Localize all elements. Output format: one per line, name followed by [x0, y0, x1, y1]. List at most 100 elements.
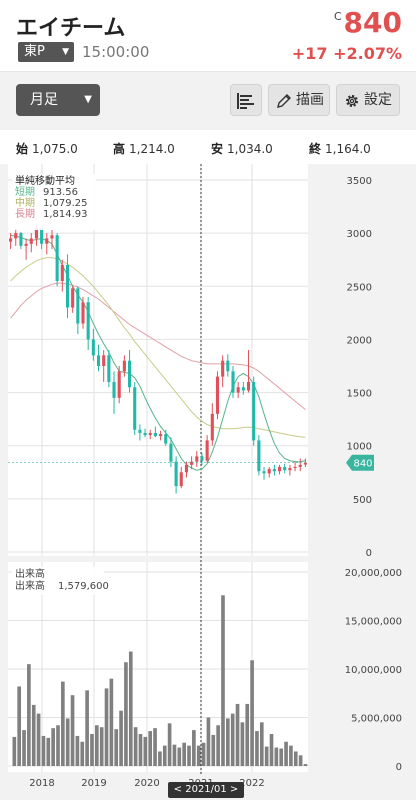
stock-header: エイチーム 東P ▼ 15:00:00 C 840 +17 +2.07% [0, 0, 416, 72]
volume-axis-tick: 0 [396, 762, 402, 773]
open-value: 始 1,075.0 [16, 140, 78, 157]
legend-mid: 中期 1,079.25 [15, 198, 93, 209]
candle-body [221, 360, 225, 377]
candle-body [148, 432, 152, 436]
volume-bar [274, 747, 279, 766]
period-navigator[interactable]: < 2021/01 > [168, 782, 244, 798]
volume-bar [133, 727, 138, 766]
candle-body [174, 461, 178, 487]
ohlc-bar: 始 1,075.0 高 1,214.0 安 1,034.0 終 1,164.0 [0, 130, 416, 164]
candle-body [117, 371, 121, 398]
candle-body [102, 355, 106, 366]
volume-bar [65, 718, 70, 766]
candle-body [184, 464, 188, 473]
volume-bar [216, 725, 220, 766]
volume-bar [255, 731, 259, 766]
candle-body [210, 413, 214, 441]
volume-bar [61, 681, 65, 766]
candle-body [112, 381, 116, 398]
volume-bar [41, 735, 46, 766]
chart-type-button[interactable] [230, 84, 262, 116]
legend-short: 短期 913.56 [15, 187, 93, 198]
volume-bar [109, 678, 114, 766]
candle-body [226, 360, 230, 372]
candle-body [298, 464, 302, 467]
price-chart[interactable]: 3500 3000 2500 2000 1500 1000 500 0 20,000,000 15… [0, 164, 416, 800]
volume-bar [162, 745, 167, 766]
candle-body [262, 471, 266, 474]
close-number: 1,164.0 [325, 142, 371, 156]
volume-bar [85, 690, 89, 766]
close-label: 終 [309, 142, 322, 156]
candle-body [138, 429, 142, 433]
candle-body [293, 466, 297, 469]
stock-name: エイチーム [16, 16, 126, 41]
candle-body [96, 355, 101, 366]
legend-short-label: 短期 [15, 187, 35, 198]
candle-body [24, 243, 28, 246]
volume-bar [201, 742, 206, 766]
volume-bar [124, 662, 128, 766]
volume-bar [90, 733, 94, 766]
legend-long-value: 1,814.93 [43, 209, 88, 220]
high-label: 高 [113, 142, 126, 156]
candle-body [272, 469, 276, 472]
low-value: 安 1,034.0 [211, 140, 273, 157]
low-label: 安 [211, 142, 224, 156]
candle-body [164, 434, 168, 444]
high-value: 高 1,214.0 [113, 140, 175, 157]
candle-body [283, 466, 287, 471]
candle-body [153, 432, 157, 437]
candle-body [179, 472, 183, 487]
x-axis-tick: 2019 [81, 778, 106, 789]
legend-title: 単純移動平均 [15, 176, 75, 187]
volume-bar [75, 735, 80, 766]
candle-body [190, 461, 194, 465]
candle-body [45, 238, 49, 244]
volume-bar [22, 730, 26, 766]
volume-bar [245, 703, 250, 766]
volume-bar [187, 745, 191, 766]
candle-body [29, 238, 33, 244]
settings-button[interactable]: 設定 [336, 84, 400, 116]
price-axis-tick: 1000 [347, 442, 372, 453]
volume-bar [279, 748, 284, 766]
volume-bar [148, 731, 153, 766]
x-axis-tick: 2020 [134, 778, 159, 789]
volume-legend-value: 1,579,600 [58, 581, 109, 592]
candle-body [60, 265, 64, 281]
draw-button[interactable]: 描画 [268, 84, 330, 116]
draw-label: 描画 [296, 92, 324, 108]
candle-body [133, 387, 137, 430]
candle-body [14, 233, 18, 239]
volume-legend-title: 出来高 [15, 569, 45, 580]
candle-body [205, 440, 209, 461]
candle-body [231, 371, 235, 393]
market-select[interactable]: 東P ▼ [18, 42, 74, 62]
volume-bar [56, 725, 60, 766]
legend-short-value: 913.56 [43, 187, 78, 198]
volume-bar [104, 688, 109, 766]
candle-body [19, 233, 23, 246]
sma-legend: 単純移動平均 短期 913.56 中期 1,079.25 長期 1,814.93 [12, 174, 96, 230]
volume-bar [211, 734, 216, 766]
candle-body [9, 238, 13, 242]
volume-bar [99, 727, 104, 766]
volume-bar [289, 745, 293, 766]
candle-body [278, 466, 282, 472]
volume-bar [153, 728, 157, 766]
volume-bar [36, 713, 41, 766]
volume-axis-tick: 20,000,000 [345, 568, 402, 579]
period-select[interactable]: 月足 ▼ [16, 84, 100, 116]
volume-bar [114, 729, 119, 766]
open-label: 始 [16, 142, 29, 156]
candle-body [241, 387, 245, 391]
volume-bar [240, 722, 245, 766]
volume-axis-tick: 15,000,000 [345, 617, 402, 628]
volume-bar [182, 742, 186, 766]
chevron-down-icon: ▼ [62, 47, 69, 57]
candle-body [65, 265, 70, 308]
current-price: 840 [343, 6, 402, 39]
volume-bar [284, 741, 288, 766]
current-price-tag-label: 840 [353, 459, 372, 470]
